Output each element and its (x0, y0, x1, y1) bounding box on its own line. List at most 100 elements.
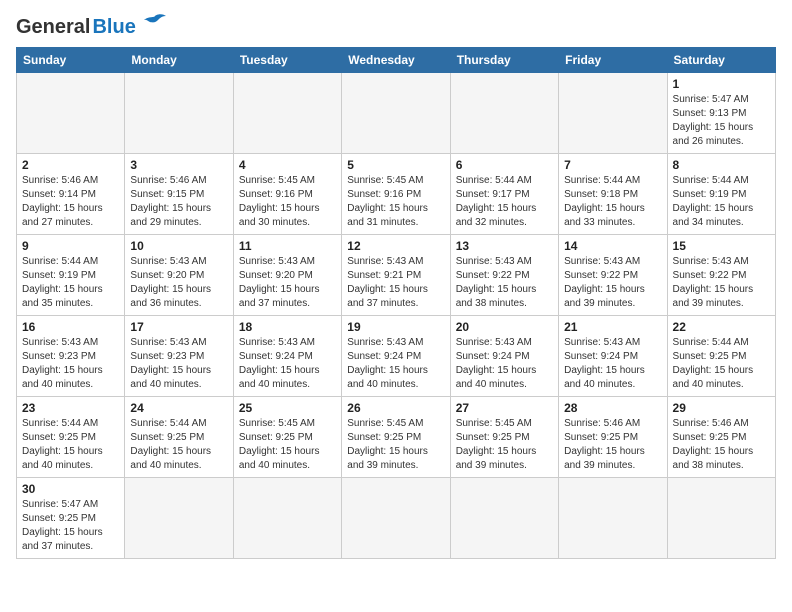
day-cell: 27 Sunrise: 5:45 AM Sunset: 9:25 PM Dayli… (450, 397, 558, 478)
weekday-header-wednesday: Wednesday (342, 48, 450, 73)
page-header: General Blue (16, 16, 776, 39)
day-info: Sunrise: 5:43 AM Sunset: 9:22 PM Dayligh… (564, 255, 661, 311)
day-cell: 3Sunrise: 5:46 AM Sunset: 9:15 PM Daylig… (125, 154, 233, 235)
day-info: Sunrise: 5:44 AM Sunset: 9:18 PM Dayligh… (564, 174, 661, 230)
day-number: 21 (564, 320, 661, 334)
day-cell: 4Sunrise: 5:45 AM Sunset: 9:16 PM Daylig… (233, 154, 341, 235)
weekday-header-monday: Monday (125, 48, 233, 73)
day-info: Sunrise: 5:43 AM Sunset: 9:24 PM Dayligh… (564, 336, 661, 392)
day-cell (450, 478, 558, 559)
week-row-3: 9Sunrise: 5:44 AM Sunset: 9:19 PM Daylig… (17, 235, 776, 316)
day-cell: 30Sunrise: 5:47 AM Sunset: 9:25 PM Dayli… (17, 478, 125, 559)
day-info: Sunrise: 5:45 AM Sunset: 9:25 PM Dayligh… (347, 417, 444, 473)
day-info: Sunrise: 5:46 AM Sunset: 9:25 PM Dayligh… (673, 417, 770, 473)
day-info: Sunrise: 5:43 AM Sunset: 9:22 PM Dayligh… (456, 255, 553, 311)
day-info: Sunrise: 5:45 AM Sunset: 9:25 PM Dayligh… (456, 417, 553, 473)
day-number: 17 (130, 320, 227, 334)
day-cell: 24 Sunrise: 5:44 AM Sunset: 9:25 PM Dayli… (125, 397, 233, 478)
day-number: 11 (239, 239, 336, 253)
day-number: 27 (456, 401, 553, 415)
logo-bird-icon (140, 13, 168, 35)
week-row-6: 30Sunrise: 5:47 AM Sunset: 9:25 PM Dayli… (17, 478, 776, 559)
day-cell: 6Sunrise: 5:44 AM Sunset: 9:17 PM Daylig… (450, 154, 558, 235)
day-cell (233, 73, 341, 154)
day-number: 10 (130, 239, 227, 253)
day-cell: 15 Sunrise: 5:43 AM Sunset: 9:22 PM Dayli… (667, 235, 775, 316)
day-number: 12 (347, 239, 444, 253)
day-info: Sunrise: 5:43 AM Sunset: 9:24 PM Dayligh… (347, 336, 444, 392)
day-number: 24 (130, 401, 227, 415)
day-cell (17, 73, 125, 154)
day-number: 19 (347, 320, 444, 334)
weekday-header-sunday: Sunday (17, 48, 125, 73)
day-number: 28 (564, 401, 661, 415)
day-info: Sunrise: 5:43 AM Sunset: 9:21 PM Dayligh… (347, 255, 444, 311)
day-cell: 11 Sunrise: 5:43 AM Sunset: 9:20 PM Dayli… (233, 235, 341, 316)
day-number: 9 (22, 239, 119, 253)
day-number: 2 (22, 158, 119, 172)
day-info: Sunrise: 5:47 AM Sunset: 9:25 PM Dayligh… (22, 498, 119, 554)
day-cell (667, 478, 775, 559)
day-cell (233, 478, 341, 559)
day-cell: 14Sunrise: 5:43 AM Sunset: 9:22 PM Dayli… (559, 235, 667, 316)
day-cell: 1 Sunrise: 5:47 AM Sunset: 9:13 PM Daylig… (667, 73, 775, 154)
day-number: 1 (673, 77, 770, 91)
day-cell: 25Sunrise: 5:45 AM Sunset: 9:25 PM Dayli… (233, 397, 341, 478)
day-number: 22 (673, 320, 770, 334)
day-cell: 8 Sunrise: 5:44 AM Sunset: 9:19 PM Daylig… (667, 154, 775, 235)
day-info: Sunrise: 5:44 AM Sunset: 9:17 PM Dayligh… (456, 174, 553, 230)
logo-text-blue: Blue (92, 16, 135, 39)
day-number: 13 (456, 239, 553, 253)
day-number: 15 (673, 239, 770, 253)
day-info: Sunrise: 5:47 AM Sunset: 9:13 PM Dayligh… (673, 93, 770, 149)
day-info: Sunrise: 5:46 AM Sunset: 9:14 PM Dayligh… (22, 174, 119, 230)
day-cell: 20 Sunrise: 5:43 AM Sunset: 9:24 PM Dayli… (450, 316, 558, 397)
day-info: Sunrise: 5:45 AM Sunset: 9:16 PM Dayligh… (347, 174, 444, 230)
day-cell (342, 478, 450, 559)
weekday-header-saturday: Saturday (667, 48, 775, 73)
day-number: 8 (673, 158, 770, 172)
day-info: Sunrise: 5:43 AM Sunset: 9:20 PM Dayligh… (130, 255, 227, 311)
day-info: Sunrise: 5:43 AM Sunset: 9:23 PM Dayligh… (22, 336, 119, 392)
day-cell (559, 478, 667, 559)
day-info: Sunrise: 5:44 AM Sunset: 9:25 PM Dayligh… (22, 417, 119, 473)
day-number: 29 (673, 401, 770, 415)
week-row-1: 1 Sunrise: 5:47 AM Sunset: 9:13 PM Daylig… (17, 73, 776, 154)
day-number: 26 (347, 401, 444, 415)
day-info: Sunrise: 5:44 AM Sunset: 9:19 PM Dayligh… (673, 174, 770, 230)
day-cell: 18 Sunrise: 5:43 AM Sunset: 9:24 PM Dayli… (233, 316, 341, 397)
day-number: 3 (130, 158, 227, 172)
day-cell: 5Sunrise: 5:45 AM Sunset: 9:16 PM Daylig… (342, 154, 450, 235)
day-number: 23 (22, 401, 119, 415)
day-cell: 12 Sunrise: 5:43 AM Sunset: 9:21 PM Dayli… (342, 235, 450, 316)
day-cell (125, 73, 233, 154)
weekday-header-thursday: Thursday (450, 48, 558, 73)
day-info: Sunrise: 5:46 AM Sunset: 9:25 PM Dayligh… (564, 417, 661, 473)
calendar-table: SundayMondayTuesdayWednesdayThursdayFrid… (16, 47, 776, 559)
day-number: 20 (456, 320, 553, 334)
day-number: 7 (564, 158, 661, 172)
day-cell: 29 Sunrise: 5:46 AM Sunset: 9:25 PM Dayli… (667, 397, 775, 478)
day-cell (450, 73, 558, 154)
day-cell (125, 478, 233, 559)
weekday-header-friday: Friday (559, 48, 667, 73)
day-number: 25 (239, 401, 336, 415)
day-cell: 13 Sunrise: 5:43 AM Sunset: 9:22 PM Dayli… (450, 235, 558, 316)
day-cell: 17 Sunrise: 5:43 AM Sunset: 9:23 PM Dayli… (125, 316, 233, 397)
weekday-header-row: SundayMondayTuesdayWednesdayThursdayFrid… (17, 48, 776, 73)
day-info: Sunrise: 5:44 AM Sunset: 9:25 PM Dayligh… (130, 417, 227, 473)
day-info: Sunrise: 5:43 AM Sunset: 9:24 PM Dayligh… (456, 336, 553, 392)
day-cell: 28 Sunrise: 5:46 AM Sunset: 9:25 PM Dayli… (559, 397, 667, 478)
day-info: Sunrise: 5:43 AM Sunset: 9:22 PM Dayligh… (673, 255, 770, 311)
day-info: Sunrise: 5:43 AM Sunset: 9:24 PM Dayligh… (239, 336, 336, 392)
day-number: 18 (239, 320, 336, 334)
logo-area: General Blue (16, 16, 168, 39)
day-cell (559, 73, 667, 154)
day-info: Sunrise: 5:43 AM Sunset: 9:20 PM Dayligh… (239, 255, 336, 311)
logo-text-general: General (16, 16, 90, 39)
day-cell: 19 Sunrise: 5:43 AM Sunset: 9:24 PM Dayli… (342, 316, 450, 397)
day-info: Sunrise: 5:43 AM Sunset: 9:23 PM Dayligh… (130, 336, 227, 392)
day-cell: 23 Sunrise: 5:44 AM Sunset: 9:25 PM Dayli… (17, 397, 125, 478)
day-cell: 10 Sunrise: 5:43 AM Sunset: 9:20 PM Dayli… (125, 235, 233, 316)
day-cell: 16Sunrise: 5:43 AM Sunset: 9:23 PM Dayli… (17, 316, 125, 397)
